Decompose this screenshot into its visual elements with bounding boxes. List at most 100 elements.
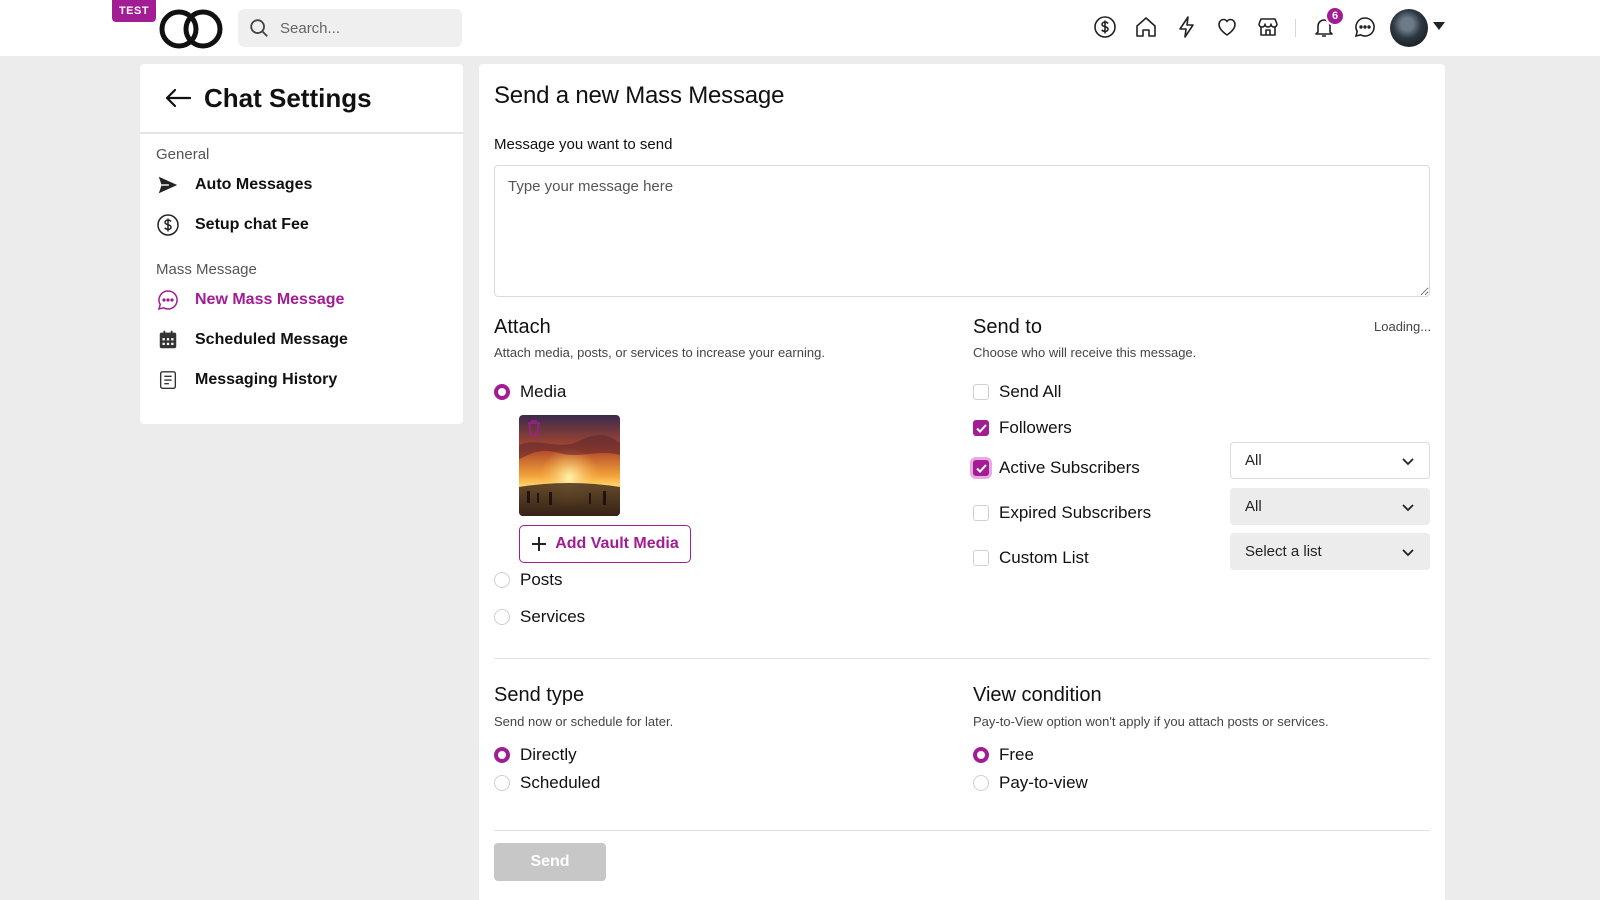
dollar-icon [156, 213, 180, 237]
environment-badge: TEST [112, 0, 156, 22]
lightning-icon[interactable] [1172, 12, 1202, 42]
search-input[interactable] [280, 19, 450, 37]
option-label: Followers [999, 418, 1072, 437]
brand-logo[interactable] [158, 8, 224, 50]
document-icon [156, 368, 180, 392]
attach-subtitle: Attach media, posts, or services to incr… [494, 345, 825, 360]
radio-unselected[interactable] [973, 775, 989, 791]
view-condition-pay-to-view[interactable]: Pay-to-view [973, 773, 1088, 793]
option-label: Expired Subscribers [999, 503, 1152, 522]
chevron-down-icon [1402, 503, 1414, 511]
send-to-send-all[interactable]: Send All [973, 382, 1061, 402]
option-label: Active Subscribers [999, 458, 1140, 477]
message-label: Message you want to send [494, 136, 673, 153]
mass-message-panel: Send a new Mass Message Message you want… [479, 64, 1445, 900]
add-vault-media-button[interactable]: Add Vault Media [519, 525, 691, 563]
checkmark-icon [975, 463, 987, 473]
sidebar-item-scheduled-message[interactable]: Scheduled Message [140, 320, 463, 360]
option-label: Free [999, 745, 1034, 764]
attach-option-services[interactable]: Services [494, 607, 585, 627]
sidebar-item-label: Auto Messages [195, 176, 313, 193]
top-navbar: TEST 6 [0, 0, 1600, 56]
sidebar-item-label: New Mass Message [195, 291, 345, 308]
chevron-down-icon [1402, 548, 1414, 556]
send-button[interactable]: Send [494, 843, 606, 881]
sidebar-item-setup-chat-fee[interactable]: Setup chat Fee [140, 205, 463, 245]
view-condition-subtitle: Pay-to-View option won't apply if you at… [973, 714, 1329, 729]
send-to-active-subscribers[interactable]: Active Subscribers [973, 458, 1140, 478]
chat-bubble-icon [156, 288, 180, 312]
checkbox-unchecked[interactable] [973, 550, 989, 566]
calendar-icon [156, 328, 180, 352]
radio-selected[interactable] [494, 384, 510, 400]
button-label: Add Vault Media [555, 535, 679, 552]
checkbox-checked[interactable] [973, 460, 989, 476]
attach-option-media[interactable]: Media [494, 382, 566, 402]
attached-media-thumbnail[interactable] [519, 415, 620, 516]
chat-settings-sidebar: Chat Settings General Auto Messages Setu… [140, 64, 463, 424]
nav-divider [1295, 19, 1296, 37]
option-label: Media [520, 382, 567, 401]
caret-down-icon[interactable] [1433, 22, 1445, 30]
sidebar-item-new-mass-message[interactable]: New Mass Message [140, 280, 463, 320]
send-to-followers[interactable]: Followers [973, 418, 1072, 438]
select-value: All [1245, 452, 1262, 469]
send-to-custom-list[interactable]: Custom List [973, 548, 1089, 568]
radio-unselected[interactable] [494, 572, 510, 588]
attach-title: Attach [494, 316, 551, 338]
send-type-scheduled[interactable]: Scheduled [494, 773, 600, 793]
chat-icon[interactable] [1350, 12, 1380, 42]
attach-option-posts[interactable]: Posts [494, 570, 563, 590]
sidebar-item-label: Scheduled Message [195, 331, 348, 348]
sidebar-item-label: Setup chat Fee [195, 216, 309, 233]
radio-selected[interactable] [973, 747, 989, 763]
loading-status: Loading... [1374, 319, 1432, 334]
message-textarea[interactable] [494, 165, 1430, 297]
avatar[interactable] [1390, 9, 1428, 47]
radio-unselected[interactable] [494, 775, 510, 791]
plus-icon [532, 537, 547, 551]
chevron-down-icon [1402, 457, 1414, 465]
radio-unselected[interactable] [494, 609, 510, 625]
search-bar[interactable] [238, 9, 462, 47]
send-type-directly[interactable]: Directly [494, 745, 577, 765]
send-type-title: Send type [494, 684, 585, 706]
page-title: Send a new Mass Message [494, 82, 785, 109]
section-divider [494, 658, 1430, 659]
active-subscribers-select[interactable]: All [1230, 442, 1430, 479]
dollar-icon[interactable] [1090, 12, 1120, 42]
view-condition-free[interactable]: Free [973, 745, 1034, 765]
send-type-subtitle: Send now or schedule for later. [494, 714, 674, 729]
option-label: Send All [999, 382, 1062, 401]
option-label: Pay-to-view [999, 773, 1088, 792]
expired-subscribers-select[interactable]: All [1230, 488, 1430, 525]
select-value: All [1245, 498, 1262, 515]
checkmark-icon [975, 423, 987, 433]
checkbox-unchecked[interactable] [973, 384, 989, 400]
trash-icon[interactable] [527, 420, 541, 436]
send-to-expired-subscribers[interactable]: Expired Subscribers [973, 503, 1151, 523]
option-label: Directly [520, 745, 577, 764]
sidebar-item-auto-messages[interactable]: Auto Messages [140, 165, 463, 205]
checkbox-checked[interactable] [973, 420, 989, 436]
option-label: Services [520, 607, 586, 626]
sidebar-item-messaging-history[interactable]: Messaging History [140, 360, 463, 400]
radio-selected[interactable] [494, 747, 510, 763]
view-condition-title: View condition [973, 684, 1102, 706]
option-label: Scheduled [520, 773, 601, 792]
sidebar-section-mass-message: Mass Message [156, 261, 257, 278]
heart-icon[interactable] [1212, 12, 1242, 42]
checkbox-unchecked[interactable] [973, 505, 989, 521]
sidebar-section-general: General [156, 146, 210, 163]
sidebar-item-label: Messaging History [195, 371, 338, 388]
sidebar-title: Chat Settings [204, 82, 372, 113]
send-to-subtitle: Choose who will receive this message. [973, 345, 1197, 360]
select-value: Select a list [1245, 543, 1322, 560]
home-icon[interactable] [1131, 12, 1161, 42]
custom-list-select[interactable]: Select a list [1230, 533, 1430, 570]
bell-icon[interactable]: 6 [1309, 6, 1345, 42]
store-icon[interactable] [1253, 12, 1283, 42]
sidebar-header: Chat Settings [140, 64, 463, 134]
option-label: Posts [520, 570, 563, 589]
back-arrow-icon[interactable] [164, 86, 192, 110]
